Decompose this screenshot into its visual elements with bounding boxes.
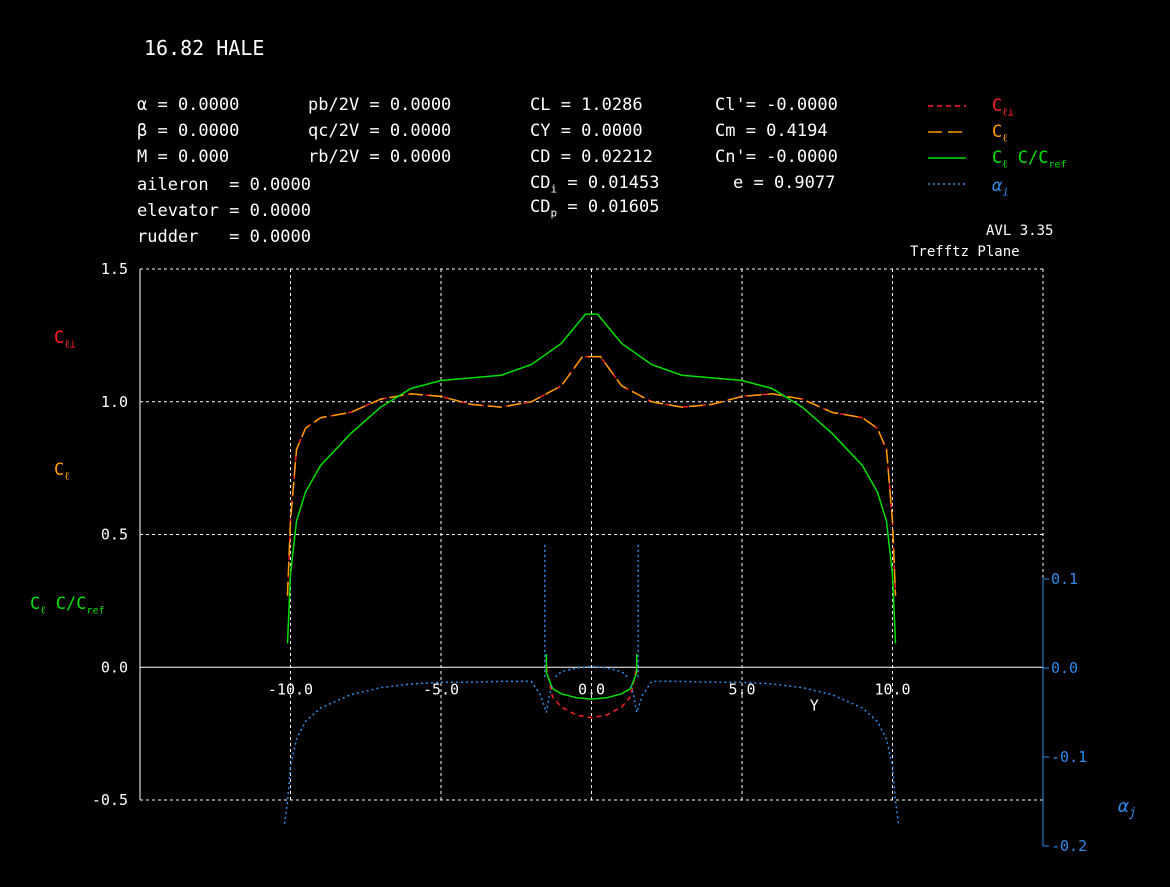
- y-tick-label: 0.5: [101, 526, 128, 544]
- y-tick-label: 1.5: [101, 260, 128, 278]
- y-tick-label: 0.0: [101, 658, 128, 676]
- x-tick-label: 0.0: [578, 680, 605, 698]
- y-tick-label: -0.5: [92, 791, 128, 809]
- x-tick-label: -10.0: [268, 680, 313, 698]
- y-tick-label: 1.0: [101, 393, 128, 411]
- right-tick-label: 0.0: [1051, 659, 1078, 677]
- right-tick-label: -0.2: [1051, 837, 1087, 855]
- series-line-alpha-i: [283, 680, 554, 824]
- plot-area: 1.51.00.50.0-0.5-10.0 -5.0 0.0 5.0 10.0Y0.10…: [92, 260, 1087, 855]
- x-axis-label: Y: [810, 696, 819, 714]
- right-tick-label: 0.1: [1051, 570, 1078, 588]
- right-tick-label: -0.1: [1051, 748, 1087, 766]
- x-tick-label: 5.0: [728, 680, 755, 698]
- x-tick-label: 10.0: [874, 680, 910, 698]
- series-line-alpha-i-right: [629, 680, 900, 824]
